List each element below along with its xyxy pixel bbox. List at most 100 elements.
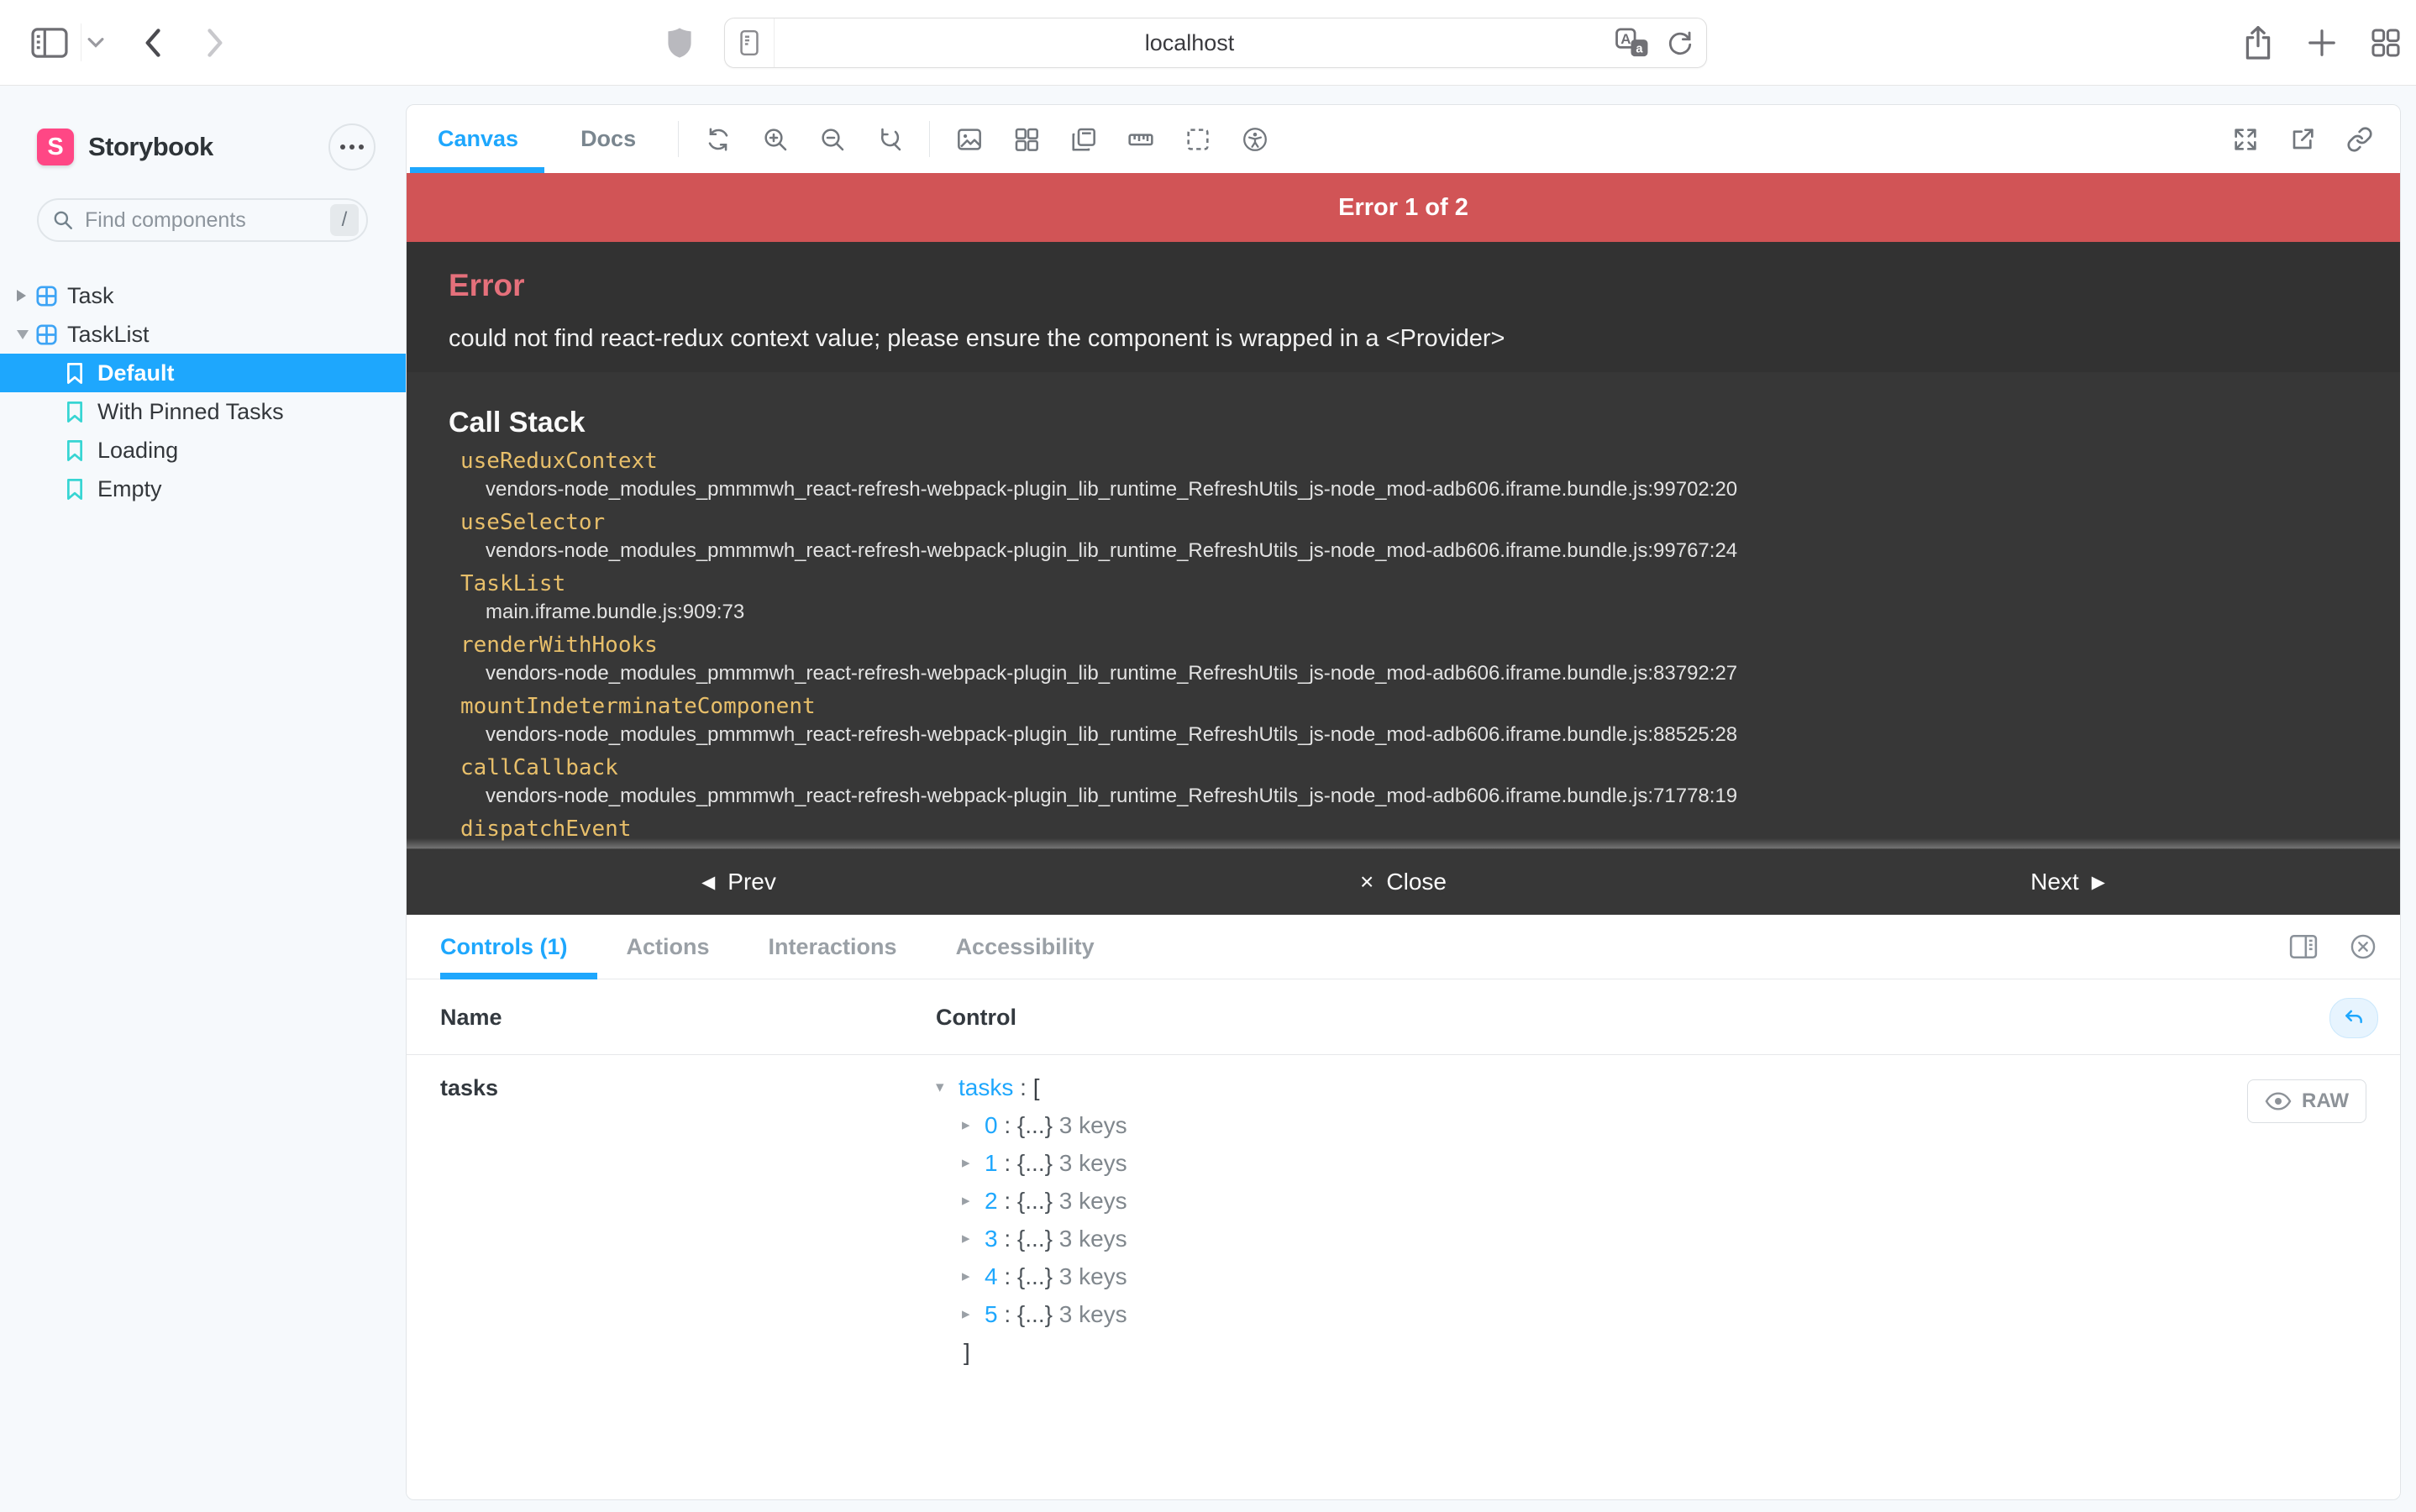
json-tree-item[interactable]: ▸0 : {...} 3 keys bbox=[936, 1106, 1127, 1144]
frame-location: main.iframe.bundle.js:909:73 bbox=[486, 601, 2358, 623]
sidebar-toggle-button[interactable] bbox=[25, 0, 74, 85]
tab-actions[interactable]: Actions bbox=[597, 915, 739, 979]
backgrounds-button[interactable] bbox=[941, 105, 998, 173]
close-error-button[interactable]: × Close bbox=[1360, 869, 1447, 895]
sidebar-item-default[interactable]: Default bbox=[0, 354, 406, 392]
bookmark-icon bbox=[66, 362, 84, 385]
new-tab-button[interactable] bbox=[2298, 0, 2345, 85]
json-tree-item[interactable]: ▸3 : {...} 3 keys bbox=[936, 1220, 1127, 1257]
browser-toolbar: localhost A a bbox=[0, 0, 2416, 86]
open-canvas-new-tab-button[interactable] bbox=[2274, 105, 2331, 173]
tab-grid-icon bbox=[2370, 27, 2402, 59]
reader-icon bbox=[739, 29, 759, 56]
prev-error-button[interactable]: ◀ Prev bbox=[701, 869, 776, 895]
sidebar-menu-chevron-button[interactable] bbox=[81, 24, 110, 61]
copy-link-button[interactable] bbox=[2331, 105, 2388, 173]
remount-button[interactable] bbox=[690, 105, 747, 173]
json-tree-item[interactable]: ▸2 : {...} 3 keys bbox=[936, 1182, 1127, 1220]
photo-icon bbox=[956, 126, 983, 153]
stack-frame: useReduxContext vendors-node_modules_pmm… bbox=[460, 448, 2358, 501]
undo-icon bbox=[2343, 1007, 2365, 1029]
close-circle-icon bbox=[2350, 933, 2377, 960]
forward-button[interactable] bbox=[193, 0, 235, 85]
tab-canvas[interactable]: Canvas bbox=[407, 105, 549, 173]
tab-overview-button[interactable] bbox=[2362, 0, 2409, 85]
fullscreen-button[interactable] bbox=[2217, 105, 2274, 173]
json-tree-item[interactable]: ▸1 : {...} 3 keys bbox=[936, 1144, 1127, 1182]
zoom-in-button[interactable] bbox=[747, 105, 804, 173]
json-tree-close-bracket: ] bbox=[936, 1333, 1127, 1371]
stacked-copies-icon bbox=[1070, 126, 1097, 153]
search-input[interactable]: Find components / bbox=[37, 198, 368, 242]
sidebar-item-empty[interactable]: Empty bbox=[0, 470, 406, 508]
outline-button[interactable] bbox=[1169, 105, 1226, 173]
refresh-icon bbox=[705, 126, 732, 153]
frame-function: TaskList bbox=[460, 570, 2358, 597]
storybook-logo: S bbox=[37, 129, 74, 165]
zoom-reset-button[interactable] bbox=[861, 105, 918, 173]
arg-name: tasks bbox=[440, 1075, 498, 1101]
a11y-vision-button[interactable] bbox=[1226, 105, 1284, 173]
grid-button[interactable] bbox=[998, 105, 1055, 173]
eye-icon bbox=[2265, 1090, 2292, 1112]
stack-frame: TaskList main.iframe.bundle.js:909:73 bbox=[460, 570, 2358, 623]
storybook-sidebar: S Storybook Find components / Task bbox=[0, 85, 406, 1512]
sidebar-item-with-pinned-tasks[interactable]: With Pinned Tasks bbox=[0, 392, 406, 431]
caret-right-icon: ▸ bbox=[962, 1191, 985, 1210]
json-tree-item[interactable]: ▸5 : {...} 3 keys bbox=[936, 1295, 1127, 1333]
close-panel-button[interactable] bbox=[2350, 933, 2377, 960]
component-tree: Task TaskList Default With Pinned Task bbox=[0, 276, 406, 508]
reset-controls-button[interactable] bbox=[2329, 998, 2378, 1038]
controls-table-body: tasks ▾tasks : [ ▸0 : {...} 3 keys ▸1 : … bbox=[407, 1055, 2400, 1499]
caret-right-icon: ▸ bbox=[962, 1116, 985, 1135]
privacy-shield-button[interactable] bbox=[660, 0, 699, 85]
share-icon bbox=[2243, 24, 2273, 61]
chevron-down-icon bbox=[87, 37, 105, 49]
address-bar[interactable]: localhost A a bbox=[724, 18, 1707, 68]
caret-right-icon: ▸ bbox=[962, 1305, 985, 1324]
caret-right-icon: ▸ bbox=[962, 1267, 985, 1286]
close-icon: × bbox=[1360, 870, 1373, 894]
ellipsis-icon bbox=[340, 144, 345, 150]
next-error-button[interactable]: Next ▶ bbox=[2030, 869, 2105, 895]
tab-interactions[interactable]: Interactions bbox=[739, 915, 927, 979]
frame-function: useReduxContext bbox=[460, 448, 2358, 475]
json-tree-item[interactable]: ▸4 : {...} 3 keys bbox=[936, 1257, 1127, 1295]
sidebar-item-label: Loading bbox=[0, 438, 178, 464]
sidebar-item-loading[interactable]: Loading bbox=[0, 431, 406, 470]
reader-button[interactable] bbox=[725, 18, 775, 67]
translate-button[interactable]: A a bbox=[1615, 28, 1649, 58]
panel-position-button[interactable] bbox=[2289, 934, 2318, 959]
measure-button[interactable] bbox=[1112, 105, 1169, 173]
raw-toggle-button[interactable]: RAW bbox=[2247, 1079, 2366, 1123]
share-button[interactable] bbox=[2235, 0, 2282, 85]
back-button[interactable] bbox=[133, 0, 175, 85]
frame-location: vendors-node_modules_pmmmwh_react-refres… bbox=[486, 478, 2358, 501]
error-banner: Error 1 of 2 bbox=[407, 173, 2400, 242]
reload-button[interactable] bbox=[1666, 29, 1694, 57]
tab-docs[interactable]: Docs bbox=[549, 105, 667, 173]
sidebar-item-task[interactable]: Task bbox=[0, 276, 406, 315]
sidebar-menu-button[interactable] bbox=[328, 123, 376, 171]
frame-location: vendors-node_modules_pmmmwh_react-refres… bbox=[486, 785, 2358, 807]
stack-frame: mountIndeterminateComponent vendors-node… bbox=[460, 693, 2358, 746]
json-tree-root[interactable]: ▾tasks : [ bbox=[936, 1068, 1127, 1106]
tab-accessibility[interactable]: Accessibility bbox=[927, 915, 1124, 979]
chevron-right-icon bbox=[17, 290, 26, 302]
search-placeholder: Find components bbox=[85, 208, 330, 233]
frame-location: vendors-node_modules_pmmmwh_react-refres… bbox=[486, 723, 2358, 746]
viewport-button[interactable] bbox=[1055, 105, 1112, 173]
frame-function: callCallback bbox=[460, 754, 2358, 781]
link-icon bbox=[2346, 126, 2373, 153]
shield-icon bbox=[666, 26, 693, 60]
zoom-reset-icon bbox=[876, 126, 903, 153]
frame-function: mountIndeterminateComponent bbox=[460, 693, 2358, 720]
sidebar-item-tasklist[interactable]: TaskList bbox=[0, 315, 406, 354]
sidebar-toggle-icon bbox=[30, 27, 69, 59]
zoom-out-button[interactable] bbox=[804, 105, 861, 173]
brand-title: Storybook bbox=[88, 132, 213, 162]
dashed-box-icon bbox=[1184, 126, 1211, 153]
frame-function: useSelector bbox=[460, 509, 2358, 536]
tab-controls[interactable]: Controls (1) bbox=[440, 915, 597, 979]
error-overlay-header: Error could not find react-redux context… bbox=[407, 242, 2400, 372]
